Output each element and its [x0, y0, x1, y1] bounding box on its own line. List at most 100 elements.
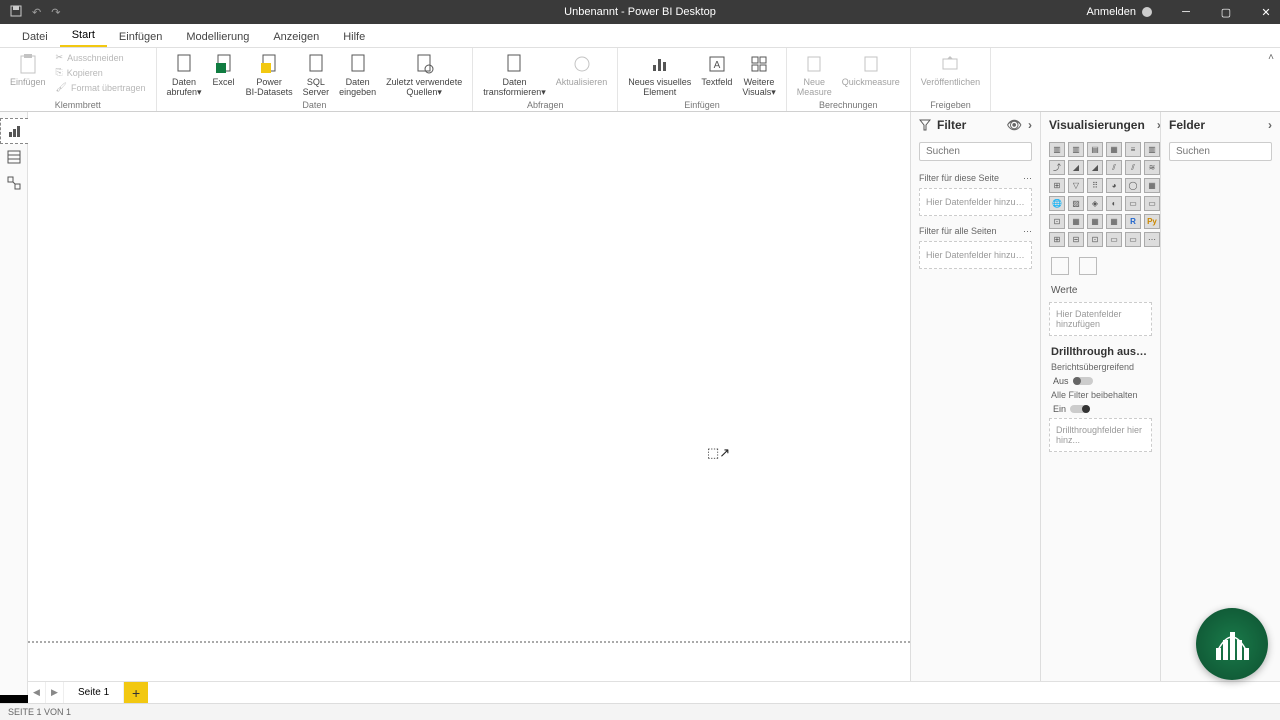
filter-search[interactable] — [919, 142, 1032, 161]
format-painter-button: 🖌Format übertragen — [52, 80, 150, 95]
tab-home[interactable]: Start — [60, 25, 107, 47]
tab-file[interactable]: Datei — [10, 27, 60, 47]
page-next-button[interactable]: ▶ — [46, 682, 64, 704]
filter-icon — [919, 119, 931, 131]
pbi-datasets-button[interactable]: Power BI-Datasets — [242, 50, 297, 99]
viz-stacked-bar[interactable]: ▥ — [1049, 142, 1065, 157]
viz-map[interactable]: 🌐 — [1049, 196, 1065, 211]
tab-view[interactable]: Anzeigen — [261, 27, 331, 47]
viz-stacked-column[interactable]: ▥ — [1068, 142, 1084, 157]
status-text: SEITE 1 VON 1 — [8, 707, 71, 717]
copy-button: ⎘Kopieren — [52, 65, 150, 80]
format-tab-button[interactable] — [1079, 257, 1097, 275]
sql-server-button[interactable]: SQL Server — [299, 50, 334, 99]
viz-ribbon[interactable]: ≋ — [1144, 160, 1160, 175]
viz-slicer[interactable]: ▦ — [1068, 214, 1084, 229]
drillthrough-dropzone[interactable]: Drillthroughfelder hier hinz... — [1049, 418, 1152, 452]
fields-title: Felder — [1169, 118, 1205, 132]
viz-more[interactable]: ⋯ — [1144, 232, 1160, 247]
keep-filters-toggle[interactable]: Ein — [1041, 402, 1160, 416]
viz-waterfall[interactable]: ⊞ — [1049, 178, 1065, 193]
new-visual-button[interactable]: Neues visuelles Element — [624, 50, 695, 99]
values-label: Werte — [1041, 281, 1160, 300]
drillthrough-header: Drillthrough ausfü… — [1041, 338, 1160, 360]
viz-py[interactable]: Py — [1144, 214, 1160, 229]
collapse-ribbon-icon[interactable]: ˄ — [1268, 52, 1274, 63]
group-share: Freigeben — [917, 100, 984, 111]
viz-line-column2[interactable]: ⫽ — [1125, 160, 1141, 175]
group-insert: Einfügen — [624, 100, 779, 111]
viz-filled-map[interactable]: ▨ — [1068, 196, 1084, 211]
enter-data-button[interactable]: Daten eingeben — [335, 50, 380, 99]
viz-title: Visualisierungen — [1049, 118, 1145, 132]
excel-button[interactable]: Excel — [208, 50, 240, 89]
filter-all-dropzone[interactable]: Hier Datenfelder hinzufüg... — [919, 241, 1032, 269]
redo-icon[interactable]: ↷ — [51, 6, 60, 19]
undo-icon[interactable]: ↶ — [32, 6, 41, 19]
viz-paginated[interactable]: ▭ — [1125, 232, 1141, 247]
viz-narrative[interactable]: ▭ — [1106, 232, 1122, 247]
add-page-button[interactable]: + — [124, 682, 148, 704]
viz-100-bar[interactable]: ≡ — [1125, 142, 1141, 157]
viz-matrix[interactable]: ▦ — [1106, 214, 1122, 229]
tab-insert[interactable]: Einfügen — [107, 27, 174, 47]
report-view-button[interactable] — [0, 118, 28, 144]
filter-page-label: Filter für diese Seite — [919, 173, 999, 184]
viz-area[interactable]: ◢ — [1068, 160, 1084, 175]
viz-funnel[interactable]: ▽ — [1068, 178, 1084, 193]
page-prev-button[interactable]: ◀ — [28, 682, 46, 704]
tab-model[interactable]: Modellierung — [174, 27, 261, 47]
viz-100-column[interactable]: ▥ — [1144, 142, 1160, 157]
tab-help[interactable]: Hilfe — [331, 27, 377, 47]
viz-table[interactable]: ▦ — [1087, 214, 1103, 229]
model-view-button[interactable] — [0, 170, 28, 196]
viz-clustered-bar[interactable]: ▤ — [1087, 142, 1103, 157]
viz-stacked-area[interactable]: ◢ — [1087, 160, 1103, 175]
viz-card[interactable]: ▭ — [1125, 196, 1141, 211]
viz-decomp[interactable]: ⊟ — [1068, 232, 1084, 247]
values-dropzone[interactable]: Hier Datenfelder hinzufügen — [1049, 302, 1152, 336]
maximize-button[interactable]: ▢ — [1212, 0, 1240, 24]
fields-search[interactable] — [1169, 142, 1272, 161]
viz-clustered-column[interactable]: ▦ — [1106, 142, 1122, 157]
viz-treemap[interactable]: ▦ — [1144, 178, 1160, 193]
more-visuals-button[interactable]: Weitere Visuals▾ — [738, 50, 779, 99]
collapse-filter-icon[interactable]: › — [1028, 118, 1032, 132]
viz-line-column[interactable]: ⫽ — [1106, 160, 1122, 175]
filter-title: Filter — [937, 118, 966, 132]
signin-button[interactable]: Anmelden — [1078, 6, 1160, 18]
eye-icon[interactable]: 👁 — [1007, 118, 1022, 132]
viz-multi-card[interactable]: ▭ — [1144, 196, 1160, 211]
viz-r[interactable]: R — [1125, 214, 1141, 229]
cross-report-toggle[interactable]: Aus — [1041, 374, 1160, 388]
viz-donut[interactable]: ◯ — [1125, 178, 1141, 193]
keep-filters-label: Alle Filter beibehalten — [1041, 388, 1160, 402]
viz-pie[interactable]: ◕ — [1106, 178, 1122, 193]
textbox-button[interactable]: ATextfeld — [697, 50, 736, 89]
viz-kpi[interactable]: ⊡ — [1049, 214, 1065, 229]
recent-sources-button[interactable]: Zuletzt verwendete Quellen▾ — [382, 50, 466, 99]
viz-shape-map[interactable]: ◈ — [1087, 196, 1103, 211]
viz-scatter[interactable]: ⠿ — [1087, 178, 1103, 193]
filter-search-input[interactable] — [926, 146, 1058, 157]
viz-qa[interactable]: ⊡ — [1087, 232, 1103, 247]
data-view-button[interactable] — [0, 144, 28, 170]
cursor-icon: ⬚↗ — [707, 445, 730, 461]
minimize-button[interactable]: ─ — [1172, 0, 1200, 24]
save-icon[interactable] — [10, 5, 22, 20]
fields-tab-button[interactable] — [1051, 257, 1069, 275]
report-canvas[interactable]: ⬚↗ — [28, 112, 910, 695]
page-tab-1[interactable]: Seite 1 — [64, 682, 124, 704]
fields-search-input[interactable] — [1176, 146, 1280, 157]
viz-key-influencers[interactable]: ⊞ — [1049, 232, 1065, 247]
collapse-fields-icon[interactable]: › — [1268, 118, 1272, 132]
get-data-button[interactable]: Daten abrufen▾ — [163, 50, 206, 99]
signin-label: Anmelden — [1086, 6, 1136, 18]
close-button[interactable]: ✕ — [1252, 0, 1280, 24]
publish-button: Veröffentlichen — [917, 50, 984, 89]
filter-page-dropzone[interactable]: Hier Datenfelder hinzufüg... — [919, 188, 1032, 216]
viz-line[interactable]: ⤴ — [1049, 160, 1065, 175]
transform-data-button[interactable]: Daten transformieren▾ — [479, 50, 550, 99]
new-measure-button: Neue Measure — [793, 50, 836, 99]
viz-gauge[interactable]: ◐ — [1106, 196, 1122, 211]
